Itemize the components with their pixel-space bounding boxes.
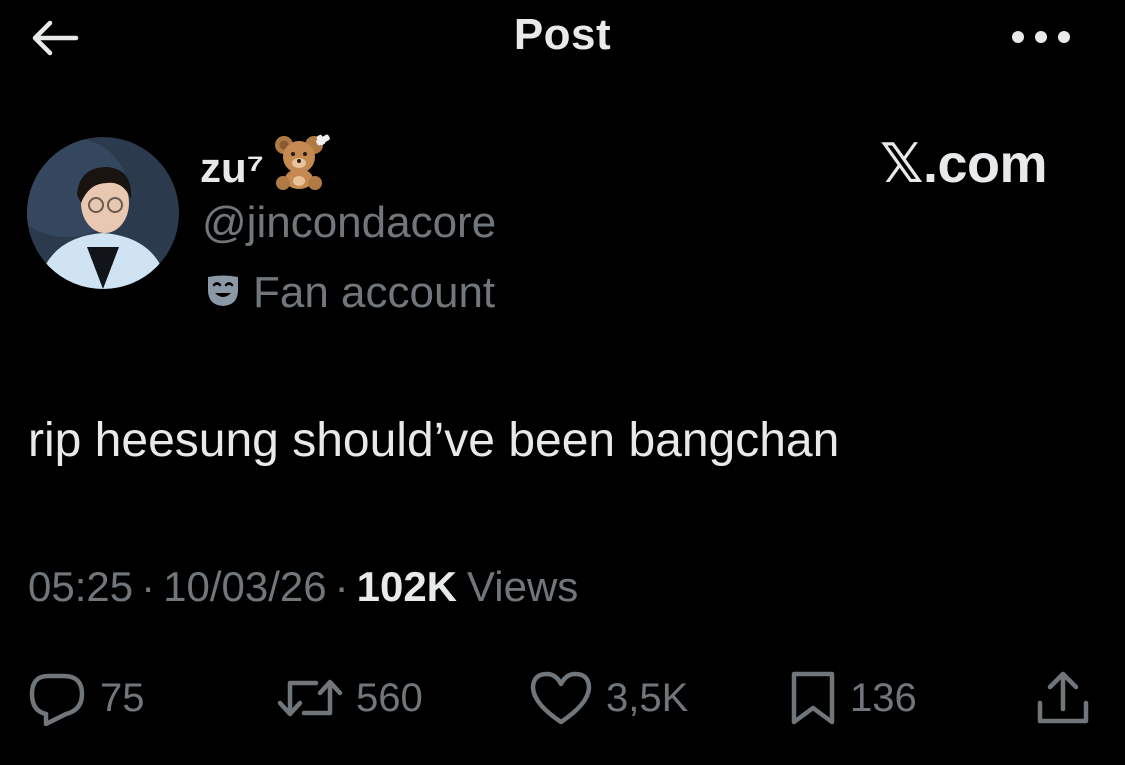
theater-mask-icon [205, 274, 241, 313]
meta-separator: · [334, 563, 349, 610]
author-name: zu⁷ [200, 144, 264, 191]
meta-separator: · [141, 563, 156, 610]
reply-count: 75 [100, 675, 145, 720]
post-text: rip heesung should’ve been bangchan [28, 414, 840, 467]
post-metadata: 05:25 · 10/03/26 · 102K Views [28, 563, 578, 611]
reply-icon [29, 673, 85, 726]
account-label[interactable]: Fan account [205, 268, 495, 318]
views-count[interactable]: 102K [357, 563, 457, 611]
share-icon [1037, 671, 1089, 724]
watermark: 𝕏.com [880, 134, 1048, 194]
avatar[interactable] [27, 137, 179, 289]
repost-button[interactable]: 560 [276, 668, 423, 728]
views-label: Views [467, 563, 579, 610]
like-button[interactable]: 3,5K [528, 668, 688, 728]
post-date[interactable]: 10/03/26 [163, 563, 327, 611]
repost-icon [277, 679, 343, 717]
teddy-bear-icon [270, 133, 334, 196]
account-label-text: Fan account [253, 268, 496, 317]
like-count: 3,5K [606, 675, 689, 720]
post-time[interactable]: 05:25 [28, 563, 133, 611]
heart-icon [530, 671, 592, 725]
author-name-row[interactable]: zu⁷ [200, 132, 334, 192]
bookmark-icon [791, 671, 835, 725]
bookmark-button[interactable]: 136 [788, 668, 917, 728]
reply-button[interactable]: 75 [26, 668, 145, 728]
share-button[interactable] [1034, 668, 1092, 728]
repost-count: 560 [356, 675, 423, 720]
more-options-button[interactable] [1006, 20, 1076, 54]
page-title: Post [513, 10, 612, 59]
bookmark-count: 136 [850, 675, 917, 720]
more-horizontal-icon [1012, 31, 1070, 43]
author-handle[interactable]: @jincondacore [202, 198, 496, 248]
